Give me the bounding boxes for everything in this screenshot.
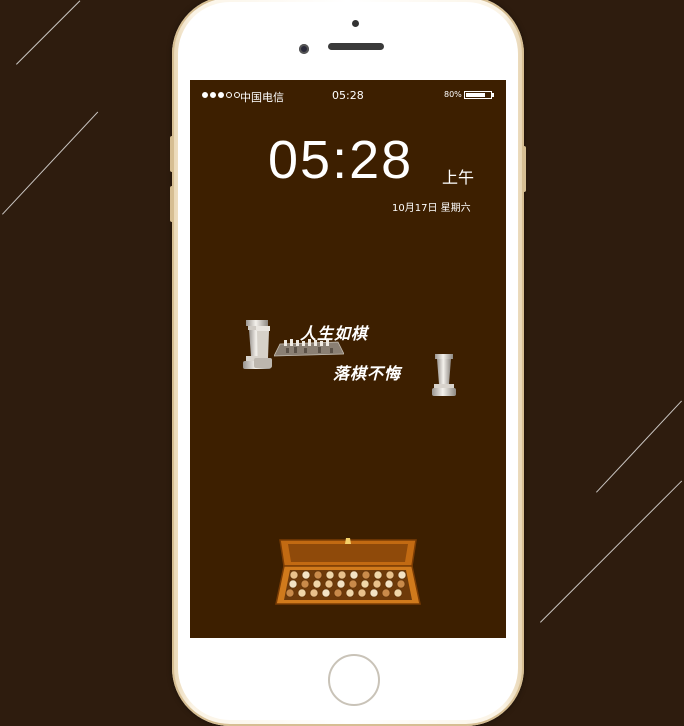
home-button[interactable] [328,654,380,706]
battery-icon [464,91,492,99]
chess-piece [288,579,298,589]
chess-king-icon [254,326,272,368]
chess-piece [396,579,406,589]
decorative-line [2,111,99,215]
chess-piece [397,570,407,580]
carrier-name: 中国电信 [240,91,284,104]
proximity-sensor [352,20,359,27]
chess-piece [373,570,383,580]
lock-screen[interactable]: 中国电信 05:28 80% 05:28 上午 10月17日 星期六 人生如棋 … [190,80,506,638]
chess-piece [360,579,370,589]
chess-piece [381,588,391,598]
volume-down-button[interactable] [170,186,174,222]
front-camera [299,44,309,54]
chess-piece [289,570,299,580]
signal-dot [226,92,232,98]
slogan-line-1: 人生如棋 [300,324,369,343]
earpiece-speaker [328,43,384,50]
battery-fill [466,93,486,97]
chess-piece [309,588,319,598]
chess-piece [385,570,395,580]
signal-strength-icon [202,92,240,98]
chess-piece [324,579,334,589]
chess-piece [301,570,311,580]
chess-piece [372,579,382,589]
chess-piece [285,588,295,598]
signal-dot [202,92,208,98]
decorative-line [16,0,81,65]
chess-piece [336,579,346,589]
battery-tip [492,93,494,97]
chess-piece [384,579,394,589]
lock-clock: 05:28 [268,130,414,190]
chess-piece [337,570,347,580]
chess-piece [345,588,355,598]
status-bar: 中国电信 05:28 80% [190,80,506,114]
chess-piece [369,588,379,598]
chess-piece [393,588,403,598]
status-time: 05:28 [332,89,364,102]
chess-piece [348,579,358,589]
chess-piece [313,570,323,580]
chess-box-icon [275,538,421,605]
chess-piece [297,588,307,598]
lock-date: 10月17日 星期六 [392,203,471,214]
lock-ampm: 上午 [442,168,475,187]
chess-rook-icon [432,354,456,396]
signal-dot [218,92,224,98]
power-button[interactable] [522,146,526,192]
chess-piece [333,588,343,598]
decorative-line [596,400,682,493]
battery-percentage: 80% [444,90,462,99]
volume-up-button[interactable] [170,136,174,172]
chess-piece [325,570,335,580]
signal-dot [210,92,216,98]
chess-piece [321,588,331,598]
chess-piece [300,579,310,589]
decorative-line [540,480,683,623]
chess-piece [349,570,359,580]
chess-piece [312,579,322,589]
chess-piece [361,570,371,580]
slogan-line-2: 落棋不悔 [333,364,402,383]
chess-piece [357,588,367,598]
